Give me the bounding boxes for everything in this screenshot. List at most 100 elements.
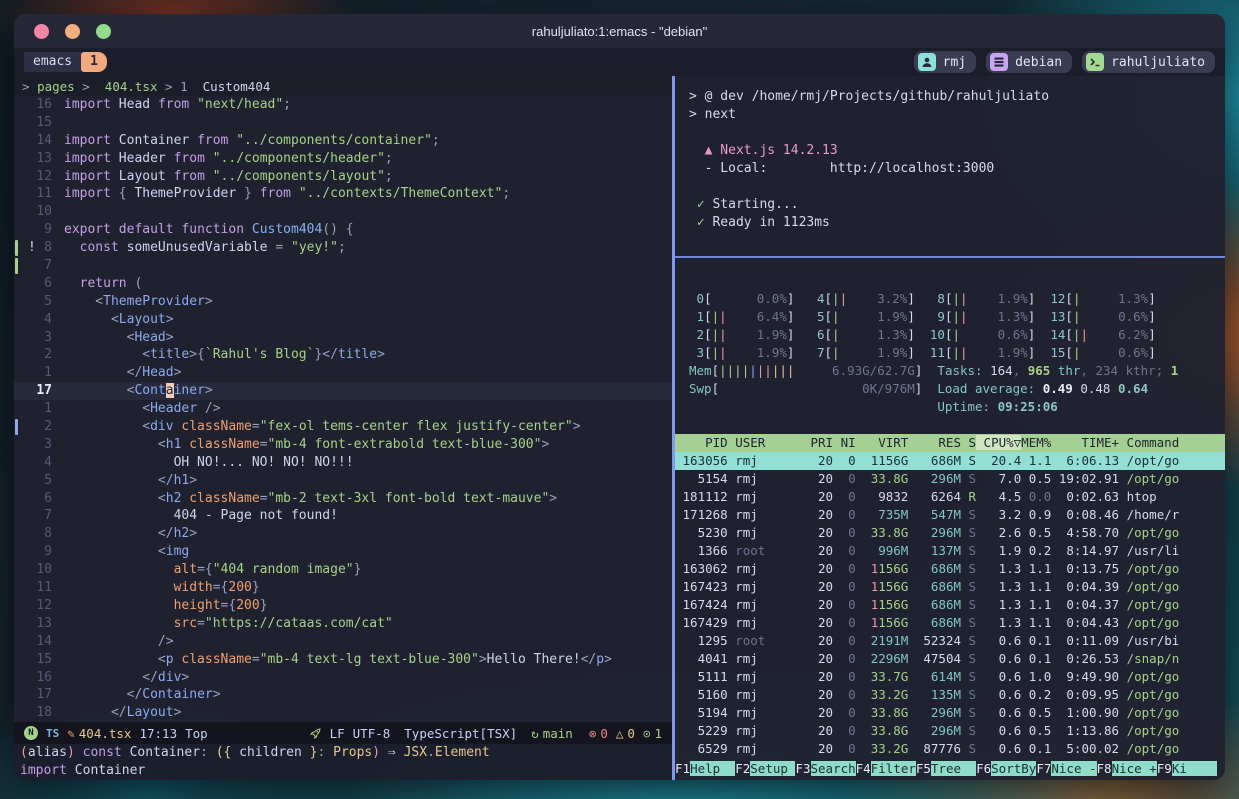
code-line: 14 /> [14,633,672,651]
code-line: 3 <h1 className="mb-4 font-extrabold tex… [14,436,672,454]
cpu-meter-row: 0[ 0.0%] 4[|| 3.2%] 8[|| 1.9%] 12[| 1.3%… [689,290,1225,308]
swap-meter-row: Swp[ 0K/976M] Load average: 0.49 0.48 0.… [689,380,1225,398]
process-priority: 20 [810,489,833,504]
process-nice: 0 [833,705,856,720]
process-row[interactable]: 5194 rmj 20 0 33.8G 296M S 0.6 0.5 1:00.… [675,704,1225,722]
process-pid: 1366 [675,543,735,558]
code-text: return ( [64,275,142,293]
line-number: 2 [14,346,64,364]
line-number: 1 [14,400,64,418]
line-number: 13 [14,615,64,633]
process-mem: 0.1 [1021,651,1051,666]
line-number: 12 [14,168,64,186]
breadcrumb-segment: pages [37,79,75,94]
breadcrumb-segment: > [22,79,37,94]
terminal-icon [1086,53,1104,71]
tasks-summary: , 234 kthr [1080,362,1155,380]
process-table-header[interactable]: PID USER PRI NI VIRT RES S CPU%▽MEM% TIM… [675,434,1225,452]
fkey-F2[interactable]: F2Setup [735,761,795,776]
cpu-meter-id: 7 [794,344,824,362]
code-line: 12import Layout from "../components/layo… [14,168,672,186]
rocket-icon [309,727,322,740]
process-row[interactable]: 1366 root 20 0 996M 137M S 1.9 0.2 8:14.… [675,542,1225,560]
process-row[interactable]: 171268 rmj 20 0 735M 547M S 3.2 0.9 0:08… [675,506,1225,524]
cpu-meter-row: 3[|| 1.9%] 7[| 1.9%] 11[|| 1.9%] 15[| 0.… [689,344,1225,362]
process-row[interactable]: 167429 rmj 20 0 1156G 686M S 1.3 1.1 0:0… [675,614,1225,632]
code-text: import Container from "../components/con… [64,132,440,150]
process-res: 137M [908,543,961,558]
process-mem: 0.0 [1021,489,1051,504]
line-number: 8 [14,525,64,543]
emacs-pane[interactable]: > pages > 404.tsx > 1 Custom404 16import… [14,76,672,780]
process-row[interactable]: 1295 root 20 0 2191M 52324 S 0.6 0.1 0:1… [675,632,1225,650]
process-row[interactable]: 6529 rmj 20 0 33.2G 87776 S 0.6 0.1 5:00… [675,740,1225,758]
process-pid: 5111 [675,669,735,684]
terminal-line: ▲ Next.js 14.2.13 [689,142,1225,160]
process-nice: 0 [833,471,856,486]
process-row[interactable]: 5230 rmj 20 0 33.8G 296M S 2.6 0.5 4:58.… [675,524,1225,542]
cpu-meter-id: 10 [915,326,945,344]
process-virt: 996M [856,543,909,558]
process-row[interactable]: 5111 rmj 20 0 33.7G 614M S 0.6 1.0 9:49.… [675,668,1225,686]
pane-container: > pages > 404.tsx > 1 Custom404 16import… [14,76,1225,780]
process-row[interactable]: 5154 rmj 20 0 33.8G 296M S 7.0 0.5 19:02… [675,470,1225,488]
process-virt: 2296M [856,651,909,666]
process-command: /opt/go [1119,669,1179,684]
process-virt: 33.8G [856,525,909,540]
status-badge-label: rmj [943,55,966,70]
process-row-selected[interactable]: 163056 rmj 20 0 1156G 686M S 20.4 1.1 6:… [675,452,1225,470]
process-row[interactable]: 5160 rmj 20 0 33.2G 135M S 0.6 0.2 0:09.… [675,686,1225,704]
fkey-F1[interactable]: F1Help [675,761,735,776]
tmux-window-tab[interactable]: emacs 1 [24,52,107,72]
editor-buffer[interactable]: 16import Head from "next/head";1514impor… [14,96,672,722]
code-text: <Container> [64,382,213,400]
cpu-meter-id: 4 [794,290,824,308]
process-row[interactable]: 181112 rmj 20 0 9832 6264 R 4.5 0.0 0:02… [675,488,1225,506]
process-row[interactable]: 5229 rmj 20 0 33.8G 296M S 0.6 0.5 1:13.… [675,722,1225,740]
process-command: /opt/go [1119,705,1179,720]
line-number: 11 [14,185,64,203]
status-badge-rmj[interactable]: rmj [914,51,976,73]
swap-meter-label: Swp [689,380,712,398]
fkey-F4[interactable]: F4Filter [856,761,916,776]
fkey-F3[interactable]: F3Search [795,761,855,776]
process-state: S [961,507,976,522]
code-text: <div className="fex-ol tems-center flex … [64,418,581,436]
process-command: /opt/go [1119,579,1179,594]
process-priority: 20 [810,687,833,702]
process-time: 0:09.95 [1051,687,1119,702]
process-res: 686M [908,579,961,594]
nextjs-terminal-pane[interactable]: > @ dev /home/rmj/Projects/github/rahulj… [675,76,1225,256]
process-res: 296M [908,471,961,486]
process-row[interactable]: 163062 rmj 20 0 1156G 686M S 1.3 1.1 0:1… [675,560,1225,578]
code-text: </Container> [64,686,221,704]
fkey-F8[interactable]: F8Nice + [1097,761,1157,776]
code-text: src="https://cataas.com/cat" [64,615,393,633]
code-text: <title>{`Rahul's Blog`}</title> [64,346,385,364]
fkey-action-label: Nice - [1051,761,1096,776]
fkey-F9[interactable]: F9Ki [1157,761,1217,776]
code-text: </Head> [64,364,181,382]
echo-line: import Container [20,762,672,780]
process-row[interactable]: 4041 rmj 20 0 2296M 47504 S 0.6 0.1 0:26… [675,650,1225,668]
status-badge-rahuljuliato[interactable]: rahuljuliato [1082,51,1215,73]
process-time: 6:06.13 [1051,453,1119,468]
process-mem: 0.1 [1021,741,1051,756]
process-row[interactable]: 167423 rmj 20 0 1156G 686M S 1.3 1.1 0:0… [675,578,1225,596]
fkey-F7[interactable]: F7Nice - [1036,761,1096,776]
fkey-label: F6 [976,761,991,776]
cpu-meter-id: 11 [915,344,945,362]
status-badge-debian[interactable]: debian [986,51,1072,73]
fkey-F6[interactable]: F6SortBy [976,761,1036,776]
fkey-F5[interactable]: F5Tree [916,761,976,776]
line-number: 8! [14,239,64,257]
window-titlebar[interactable]: rahuljuliato:1:emacs - "debian" [14,14,1225,48]
process-priority: 20 [810,453,833,468]
process-time: 0:11.09 [1051,633,1119,648]
process-state: S [961,615,976,630]
line-number: 14 [14,132,64,150]
process-state: S [961,669,976,684]
process-row[interactable]: 167424 rmj 20 0 1156G 686M S 1.3 1.1 0:0… [675,596,1225,614]
process-pid: 5229 [675,723,735,738]
htop-pane[interactable]: 0[ 0.0%] 4[|| 3.2%] 8[|| 1.9%] 12[| 1.3%… [675,258,1225,780]
